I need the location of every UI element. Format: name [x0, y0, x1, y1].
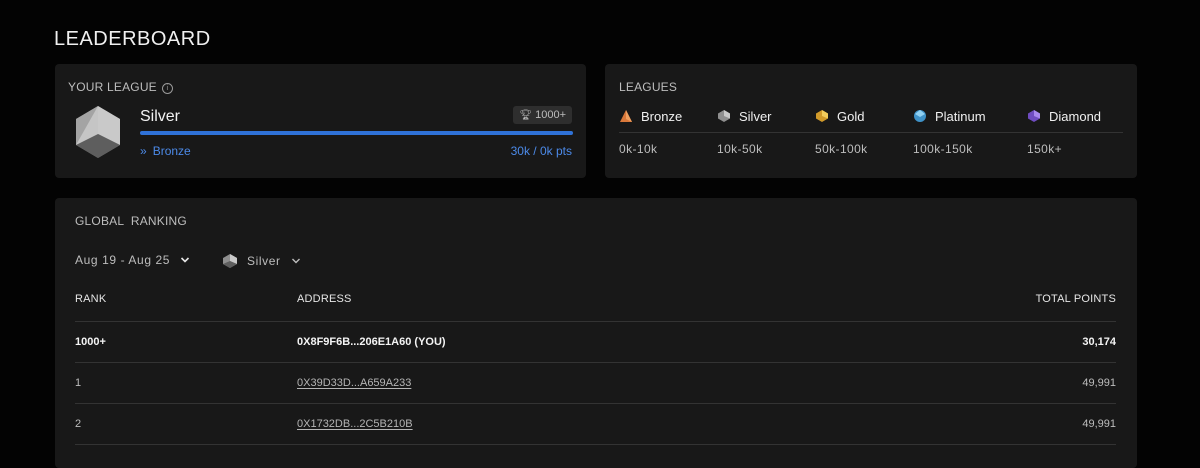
platinum-league-icon — [914, 110, 926, 122]
rank-badge: 🏆︎ 1000+ — [513, 106, 572, 124]
your-league-heading: YOUR LEAGUE i — [68, 80, 173, 94]
column-header-rank: RANK — [75, 293, 107, 305]
global-ranking-heading: GLOBAL RANKING — [75, 214, 187, 228]
league-platinum: Platinum 100k-150k — [913, 108, 986, 157]
chevron-down-icon — [291, 258, 300, 264]
league-filter-dropdown[interactable]: Silver — [222, 253, 301, 269]
diamond-league-icon — [1028, 110, 1040, 122]
leagues-divider — [619, 132, 1123, 133]
table-divider — [75, 403, 1116, 404]
rank-cell: 2 — [75, 418, 82, 430]
silver-league-emblem-icon — [76, 106, 120, 158]
global-ranking-card: GLOBAL RANKING Aug 19 - Aug 25 Silver RA… — [55, 198, 1137, 468]
rank-cell: 1000+ — [75, 336, 106, 348]
points-cell: 30,174 — [1082, 336, 1116, 348]
double-chevron-right-icon: » — [140, 144, 147, 158]
table-divider — [75, 321, 1116, 322]
bronze-league-icon — [620, 110, 632, 122]
current-league-name: Silver — [140, 108, 181, 125]
points-cell: 49,991 — [1082, 418, 1116, 430]
league-points: 30k / 0k pts — [510, 144, 572, 158]
address-cell: 0X8F9F6B...206E1A60 (YOU) — [297, 336, 446, 348]
your-league-card: YOUR LEAGUE i Silver 🏆︎ 1000+ » Bronze 30k … — [55, 64, 586, 178]
league-bronze: Bronze 0k-10k — [619, 108, 683, 157]
next-league-link[interactable]: » Bronze — [140, 144, 191, 158]
league-silver: Silver 10k-50k — [717, 108, 772, 157]
silver-league-icon — [223, 254, 237, 268]
league-diamond: Diamond 150k+ — [1027, 108, 1102, 157]
league-progress-bar — [140, 131, 573, 135]
date-range-dropdown[interactable]: Aug 19 - Aug 25 — [75, 253, 190, 267]
silver-league-icon — [718, 110, 730, 122]
table-divider — [75, 362, 1116, 363]
league-gold: Gold 50k-100k — [815, 108, 868, 157]
address-link[interactable]: 0X39D33D...A659A233 — [297, 377, 411, 389]
page-title: LEADERBOARD — [54, 28, 211, 50]
column-header-total-points: TOTAL POINTS — [1035, 293, 1116, 305]
leagues-heading: LEAGUES — [619, 80, 678, 94]
trophy-icon: 🏆︎ — [519, 110, 533, 121]
table-divider — [75, 444, 1116, 445]
address-link[interactable]: 0X1732DB...2C5B210B — [297, 418, 413, 430]
info-icon[interactable]: i — [161, 83, 173, 94]
leagues-card: LEAGUES Bronze 0k-10k Silver 10k-50k Gol… — [605, 64, 1137, 178]
league-progress-fill — [140, 131, 573, 135]
rank-cell: 1 — [75, 377, 82, 389]
points-cell: 49,991 — [1082, 377, 1116, 389]
chevron-down-icon — [181, 257, 190, 263]
gold-league-icon — [816, 110, 828, 122]
column-header-address: ADDRESS — [297, 293, 352, 305]
